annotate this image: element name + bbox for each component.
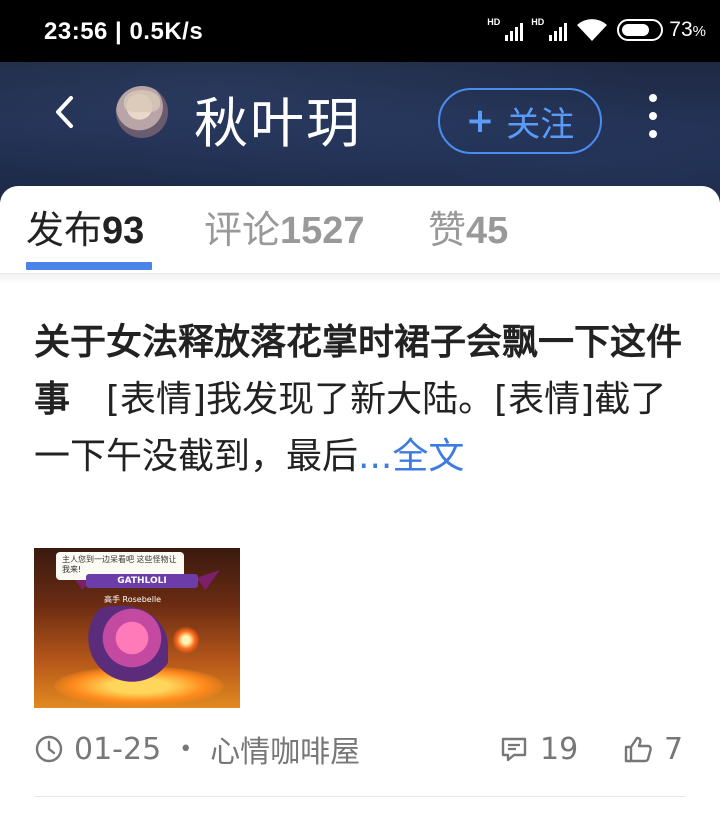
status-time: 23:56 | 0.5K/s <box>44 18 204 45</box>
avatar[interactable] <box>116 86 168 138</box>
like-count[interactable]: 7 <box>622 732 683 767</box>
post-board[interactable]: 心情咖啡屋 <box>210 727 360 771</box>
battery-indicator: 73% <box>617 18 706 42</box>
image-banner: GATHLOLI <box>86 574 198 588</box>
thumbs-up-icon <box>624 736 652 763</box>
battery-icon <box>617 19 664 41</box>
content-sheet: 发布93 评论1527 赞45 关于女法释放落花掌时裙子会飘一下这件事 [表情]… <box>0 186 720 815</box>
chevron-left-icon[interactable] <box>46 92 86 132</box>
meta-separator: • <box>179 736 193 762</box>
wifi-icon <box>577 19 608 41</box>
follow-label: 关注 <box>506 104 575 145</box>
signal-icon: HD <box>531 17 568 43</box>
post-meta: 01-25 • 心情咖啡屋 19 7 <box>34 724 686 774</box>
profile-header: 秋叶玥 + 关注 <box>0 62 720 202</box>
follow-button[interactable]: + 关注 <box>438 88 602 154</box>
plus-icon: + <box>465 101 495 141</box>
post-body: [表情]我发现了新大陆。[表情]截了一下午没截到，最后 <box>34 379 667 477</box>
tab-posts[interactable]: 发布93 <box>26 208 144 253</box>
tab-bar: 发布93 评论1527 赞45 <box>0 186 720 274</box>
divider <box>34 796 686 797</box>
tab-likes[interactable]: 赞45 <box>428 208 508 253</box>
status-icons: HD HD 73% <box>487 14 706 46</box>
post-item[interactable]: 关于女法释放落花掌时裙子会飘一下这件事 [表情]我发现了新大陆。[表情]截了一下… <box>34 314 686 485</box>
clock-icon <box>35 735 63 763</box>
expand-link[interactable]: ...全文 <box>358 436 464 477</box>
status-bar: 23:56 | 0.5K/s HD HD 73% <box>0 0 720 62</box>
signal-icon: HD <box>487 17 524 43</box>
tab-indicator <box>26 262 152 270</box>
divider <box>0 274 720 284</box>
more-vertical-icon[interactable] <box>646 94 660 138</box>
image-tag: 高手 Rosebelle <box>104 595 162 604</box>
user-name: 秋叶玥 <box>194 92 362 155</box>
comment-count[interactable]: 19 <box>498 732 578 767</box>
tab-comments[interactable]: 评论1527 <box>204 208 365 253</box>
comment-icon <box>501 737 527 762</box>
post-date: 01-25 <box>74 731 162 767</box>
post-image[interactable]: 主人您到一边呆看吧 这些怪物让我来! GATHLOLI 高手 Rosebelle <box>34 548 240 708</box>
post-text[interactable]: 关于女法释放落花掌时裙子会飘一下这件事 [表情]我发现了新大陆。[表情]截了一下… <box>34 314 686 485</box>
